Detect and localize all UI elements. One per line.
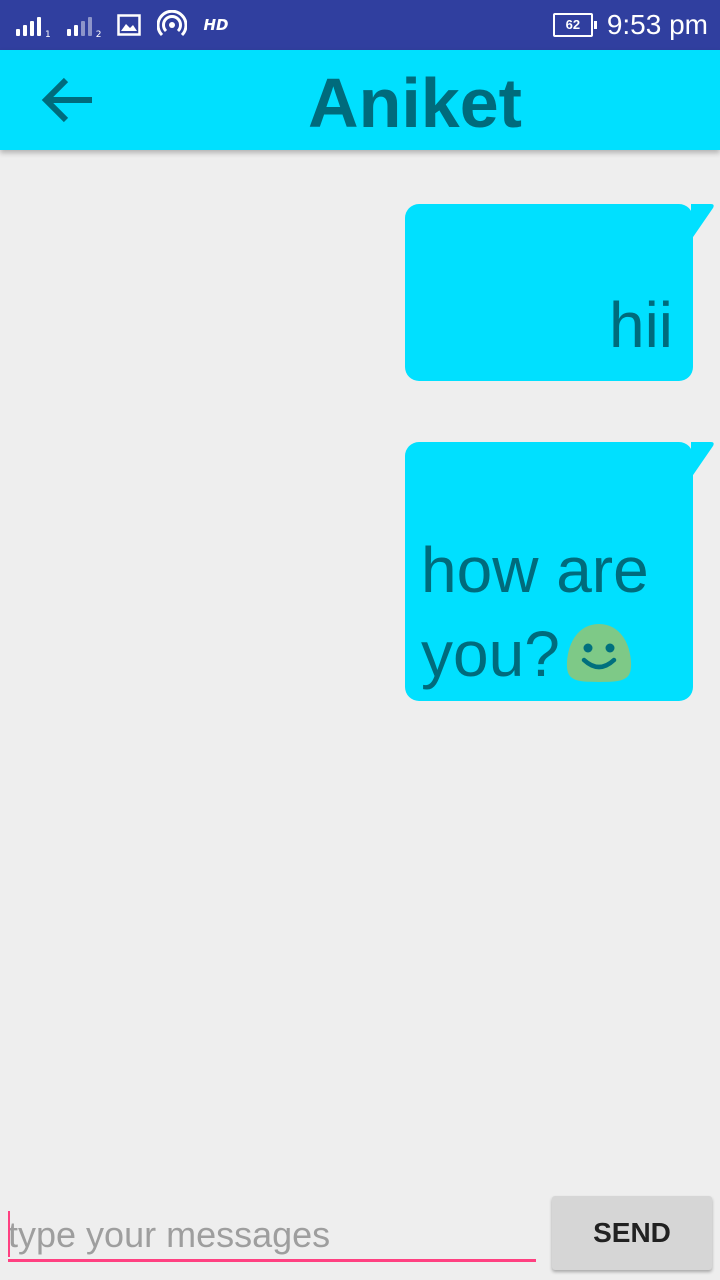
hotspot-icon bbox=[157, 10, 188, 37]
sim2-label: 2 bbox=[95, 30, 102, 40]
send-button[interactable]: SEND bbox=[552, 1196, 712, 1270]
bubble-tail bbox=[691, 442, 714, 478]
clock: 9:53 pm bbox=[606, 9, 708, 40]
chat-title: Aniket bbox=[308, 64, 522, 142]
signal-sim2-icon: 2 bbox=[66, 14, 101, 40]
message-text-container: how are you? bbox=[421, 528, 683, 696]
message-bubble: how are you? bbox=[405, 442, 714, 701]
status-icons-left: 1 2 HD bbox=[16, 10, 228, 40]
battery-level: 62 bbox=[565, 17, 581, 32]
status-bar: 1 2 HD 62 9:53 pm bbox=[0, 0, 720, 50]
status-icons-right: 62 9:53 pm bbox=[552, 8, 708, 42]
signal-sim1-icon: 1 bbox=[16, 14, 51, 40]
text-cursor bbox=[8, 1211, 10, 1257]
sim1-label: 1 bbox=[45, 30, 51, 40]
message-input[interactable] bbox=[8, 1210, 536, 1262]
message-text: hii bbox=[608, 289, 673, 361]
app-bar: Aniket bbox=[0, 50, 720, 150]
bubble-tail bbox=[691, 204, 714, 240]
battery-icon: 62 bbox=[552, 13, 597, 37]
message-bubble: hii bbox=[405, 204, 714, 381]
gallery-icon bbox=[117, 14, 142, 36]
smiley-face-icon bbox=[566, 624, 631, 682]
hd-indicator: HD bbox=[203, 16, 229, 34]
